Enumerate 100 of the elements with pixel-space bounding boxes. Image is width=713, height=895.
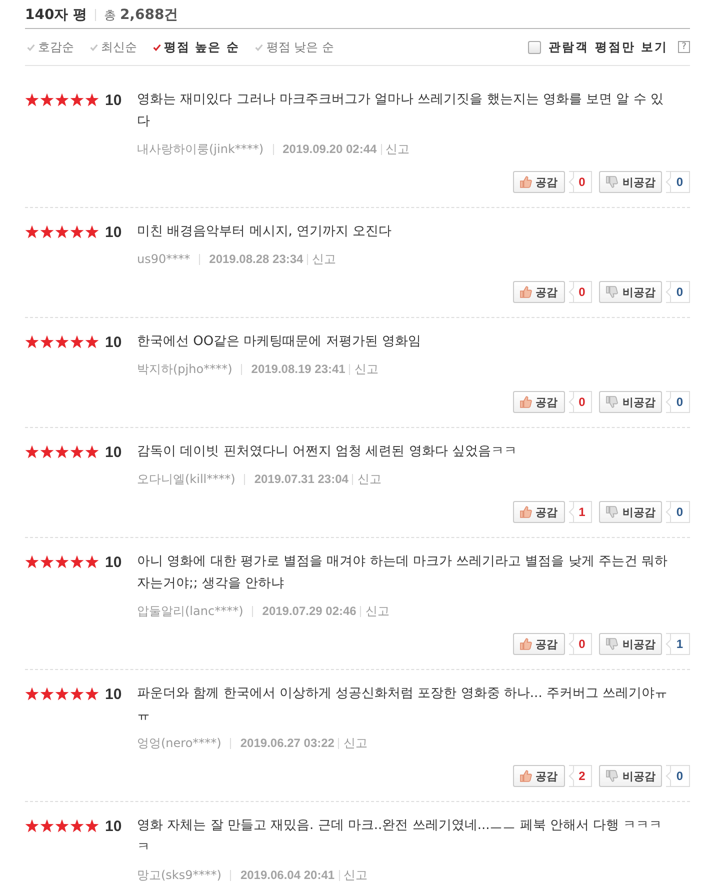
dislike-button[interactable]: 비공감 (599, 171, 662, 193)
star-icon (40, 819, 54, 833)
star-icon (70, 225, 84, 239)
star-icon (85, 93, 99, 107)
rating-score: 10 (105, 224, 122, 240)
author-name: 오다니엘(kill****) (137, 470, 236, 488)
star-icon (25, 93, 39, 107)
star-icon (40, 93, 54, 107)
review-text: 감독이 데이빗 핀처였다니 어쩐지 엄청 세련된 영화다 싶었음ㅋㅋ (137, 443, 518, 461)
star-icon (55, 687, 69, 701)
like-button[interactable]: 공감 (512, 501, 565, 523)
author-name: 엉엉(nero****) (137, 734, 222, 752)
star-icon (40, 225, 54, 239)
star-icon (40, 555, 54, 569)
rating-score: 10 (105, 444, 122, 460)
star-icon (85, 687, 99, 701)
review-date: 2019.09.20 02:44 (282, 142, 377, 156)
help-button[interactable]: ? (678, 41, 690, 53)
author-name: 압둘알리(lanc****) (137, 602, 244, 620)
like-count: 0 (568, 633, 592, 655)
author-name: 박지하(pjho****) (137, 360, 232, 378)
like-button[interactable]: 공감 (512, 765, 565, 787)
star-icon (25, 335, 39, 349)
review-date: 2019.06.04 20:41 (240, 868, 335, 882)
star-icon (55, 225, 69, 239)
section-title: 140자 평 (25, 6, 88, 24)
thumbs-down-icon (606, 176, 618, 188)
like-button[interactable]: 공감 (512, 391, 565, 413)
star-icon (25, 445, 39, 459)
star-icon (70, 445, 84, 459)
sort-option[interactable]: 최신순 (90, 38, 137, 56)
sort-option[interactable]: 평점 낮은 순 (255, 38, 334, 56)
dislike-count: 1 (666, 633, 690, 655)
like-count: 1 (568, 501, 592, 523)
check-icon (255, 44, 264, 50)
review-text: 파운더와 함께 한국에서 이상하게 성공신화처럼 포장한 영화중 하나... 주커버그 쓰레기야ㅠㅠ (137, 685, 669, 725)
star-icon (85, 819, 99, 833)
thumbs-down-icon (606, 770, 618, 782)
dislike-button[interactable]: 비공감 (599, 501, 662, 523)
like-button[interactable]: 공감 (512, 633, 565, 655)
rating-score: 10 (105, 818, 122, 834)
dislike-button[interactable]: 비공감 (599, 633, 662, 655)
like-button[interactable]: 공감 (512, 281, 565, 303)
star-icon (55, 335, 69, 349)
author-name: 내사랑하이룽(jink****) (137, 140, 264, 158)
sort-option[interactable]: 호감순 (27, 38, 74, 56)
thumbs-up-icon (520, 396, 532, 408)
thumbs-up-icon (520, 506, 532, 518)
dislike-count: 0 (666, 501, 690, 523)
like-count: 2 (568, 765, 592, 787)
sort-option[interactable]: 평점 높은 순 (153, 38, 240, 56)
rating-score: 10 (105, 686, 122, 702)
review-date: 2019.07.31 23:04 (254, 472, 348, 486)
thumbs-up-icon (520, 286, 532, 298)
star-icon (25, 555, 39, 569)
star-icon (40, 687, 54, 701)
thumbs-up-icon (520, 638, 532, 650)
dislike-button[interactable]: 비공감 (599, 765, 662, 787)
star-icon (85, 225, 99, 239)
checkbox-label: 관람객 평점만 보기 (548, 38, 668, 56)
star-icon (70, 819, 84, 833)
author-name: us90**** (137, 252, 190, 266)
star-icon (40, 445, 54, 459)
dislike-count: 0 (666, 765, 690, 787)
thumbs-up-icon (520, 176, 532, 188)
thumbs-down-icon (606, 286, 618, 298)
dislike-button[interactable]: 비공감 (599, 281, 662, 303)
thumbs-down-icon (606, 638, 618, 650)
dislike-count: 0 (666, 171, 690, 193)
dislike-button[interactable]: 비공감 (599, 391, 662, 413)
star-icon (55, 93, 69, 107)
check-icon (153, 44, 161, 50)
rating-score: 10 (105, 554, 122, 570)
star-icon (85, 445, 99, 459)
rating-score: 10 (105, 334, 122, 350)
star-icon (70, 93, 84, 107)
star-icon (25, 225, 39, 239)
review-total: 총 2,688건 (104, 6, 178, 24)
dislike-count: 0 (666, 281, 690, 303)
star-icon (55, 819, 69, 833)
review-date: 2019.07.29 02:46 (262, 604, 356, 618)
dislike-count: 0 (666, 391, 690, 413)
star-icon (55, 445, 69, 459)
star-icon (85, 335, 99, 349)
rating-score: 10 (105, 92, 122, 108)
thumbs-up-icon (520, 770, 532, 782)
star-icon (40, 335, 54, 349)
review-date: 2019.06.27 03:22 (240, 736, 334, 750)
checkbox[interactable] (528, 40, 541, 54)
star-icon (70, 555, 84, 569)
review-text: 아니 영화에 대한 평가로 별점을 매겨야 하는데 마크가 쓰레기라고 별점을 낮게 주는건 뭐하자는거야;; 생각을 안하냐 (137, 553, 669, 593)
like-button[interactable]: 공감 (512, 171, 565, 193)
review-date: 2019.08.19 23:41 (251, 362, 346, 376)
review-text: 한국에선 OO같은 마케팅때문에 저평가된 영화임 (137, 333, 422, 351)
star-icon (55, 555, 69, 569)
like-count: 0 (568, 391, 592, 413)
review-text: 미친 배경음악부터 메시지, 연기까지 오진다 (137, 223, 393, 241)
review-text: 영화는 재미있다 그러나 마크주크버그가 얼마나 쓰레기짓을 했는지는 영화를 보면 알 수 있다 (137, 91, 664, 131)
thumbs-down-icon (606, 506, 618, 518)
like-count: 0 (568, 171, 592, 193)
